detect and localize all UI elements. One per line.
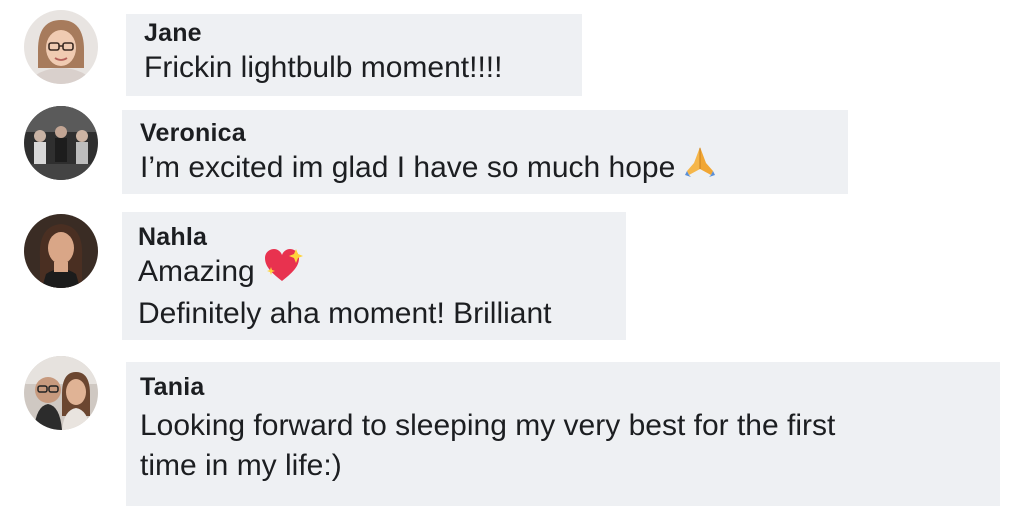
avatar-veronica[interactable] bbox=[24, 106, 98, 180]
comment-text: Frickin lightbulb moment!!!! bbox=[144, 51, 503, 84]
comment-text-line: I’m excited im glad I have so much hope bbox=[140, 151, 676, 184]
comment-text-line: Looking forward to sleeping my very best… bbox=[140, 409, 836, 442]
folded-hands-icon bbox=[683, 145, 717, 188]
comment-text: Amazing bbox=[138, 248, 626, 294]
comment-bubble: Veronica I’m excited im glad I have so m… bbox=[122, 110, 848, 194]
comment-bubble: Jane Frickin lightbulb moment!!!! bbox=[126, 14, 582, 96]
comment-author[interactable]: Jane bbox=[144, 18, 582, 48]
comment-text-line: Definitely aha moment! Brilliant bbox=[138, 296, 552, 330]
avatar-photo bbox=[24, 10, 98, 84]
comment-bubble: Tania Looking forward to sleeping my ver… bbox=[126, 362, 1000, 506]
comment-text: I’m excited im glad I have so much hope bbox=[140, 145, 848, 188]
avatar-nahla[interactable] bbox=[24, 214, 98, 288]
comment-author[interactable]: Veronica bbox=[140, 118, 848, 148]
avatar-jane[interactable] bbox=[24, 10, 98, 84]
sparkling-heart-icon bbox=[263, 247, 305, 294]
comment-author[interactable]: Nahla bbox=[138, 222, 626, 252]
comment-bubble: Nahla Amazing Definitely aha moment! Bri… bbox=[122, 212, 626, 340]
avatar-photo bbox=[24, 214, 98, 288]
comment-author[interactable]: Tania bbox=[140, 372, 1000, 402]
avatar-tania[interactable] bbox=[24, 356, 98, 430]
avatar-photo bbox=[24, 106, 98, 180]
avatar-photo bbox=[24, 356, 98, 430]
comment-text-line: Amazing bbox=[138, 255, 255, 288]
comment-text-line: time in my life:) bbox=[140, 449, 342, 482]
